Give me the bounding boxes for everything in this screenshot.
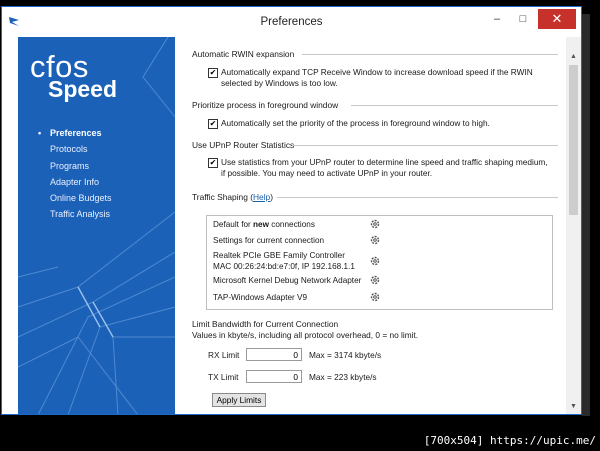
upnp-option-label: Use statistics from your UPnP router to … bbox=[221, 157, 548, 178]
row-suffix: connections bbox=[268, 220, 315, 229]
preferences-window: Preferences – □ ✕ cfos Speed • Preferenc… bbox=[1, 6, 582, 415]
row-prefix: Default for bbox=[213, 220, 254, 229]
tx-limit-label: TX Limit bbox=[208, 372, 239, 382]
minimize-button[interactable]: – bbox=[483, 9, 511, 29]
rwin-option-label: Automatically expand TCP Receive Window … bbox=[221, 67, 533, 88]
adapter-name: Realtek PCIe GBE Family Controller bbox=[213, 251, 345, 260]
maximize-button[interactable]: □ bbox=[509, 9, 537, 29]
row-bold: new bbox=[253, 220, 269, 229]
checkbox-priority[interactable]: ✔ bbox=[208, 119, 218, 129]
checkbox-upnp[interactable]: ✔ bbox=[208, 158, 218, 168]
limit-description: Values in kbyte/s, including all protoco… bbox=[192, 330, 419, 340]
image-footer: [700x504] https://upic.me/ bbox=[0, 426, 600, 451]
gear-icon[interactable] bbox=[369, 218, 381, 230]
vertical-scrollbar[interactable]: ▲ ▼ bbox=[566, 37, 581, 414]
section-heading-upnp: Use UPnP Router Statistics bbox=[192, 140, 295, 150]
sidebar-item-protocols[interactable]: Protocols bbox=[38, 141, 112, 157]
title-bar[interactable]: Preferences – □ ✕ bbox=[2, 7, 581, 37]
list-item[interactable]: Settings for current connection bbox=[213, 236, 324, 247]
section-heading-priority: Prioritize process in foreground window bbox=[192, 100, 339, 110]
section-heading-limit: Limit Bandwidth for Current Connection bbox=[192, 319, 339, 329]
sidebar-item-online-budgets[interactable]: Online Budgets bbox=[38, 190, 112, 206]
help-link[interactable]: Help bbox=[253, 192, 270, 202]
list-item[interactable]: TAP-Windows Adapter V9 bbox=[213, 293, 307, 304]
priority-option-label: Automatically set the priority of the pr… bbox=[221, 118, 490, 128]
close-button[interactable]: ✕ bbox=[538, 9, 576, 29]
section-divider bbox=[351, 105, 558, 106]
scroll-down-arrow-icon[interactable]: ▼ bbox=[566, 401, 581, 413]
sidebar-item-adapter-info[interactable]: Adapter Info bbox=[38, 174, 112, 190]
sidebar: cfos Speed Preferences Protocols Program… bbox=[18, 37, 175, 414]
tx-max-label: Max = 223 kbyte/s bbox=[309, 372, 377, 382]
sidebar-item-programs[interactable]: Programs bbox=[38, 158, 112, 174]
list-item[interactable]: Realtek PCIe GBE Family Controller MAC 0… bbox=[213, 251, 355, 272]
image-host-caption: [700x504] https://upic.me/ bbox=[423, 434, 596, 447]
gear-icon[interactable] bbox=[369, 274, 381, 286]
logo-speed-text: Speed bbox=[48, 76, 118, 102]
gear-icon[interactable] bbox=[369, 234, 381, 246]
apply-limits-button[interactable]: Apply Limits bbox=[212, 393, 266, 407]
scrollbar-thumb[interactable] bbox=[569, 65, 578, 215]
traffic-shaping-list: Default for new connections Settings for… bbox=[206, 215, 553, 310]
rx-limit-label: RX Limit bbox=[208, 350, 240, 360]
tx-limit-input[interactable]: 0 bbox=[246, 370, 302, 383]
sidebar-item-preferences[interactable]: Preferences bbox=[38, 125, 112, 142]
rx-limit-input[interactable]: 0 bbox=[246, 348, 302, 361]
scroll-up-arrow-icon[interactable]: ▲ bbox=[566, 51, 581, 63]
section-divider bbox=[277, 197, 558, 198]
section-divider bbox=[302, 54, 558, 55]
gear-icon[interactable] bbox=[369, 291, 381, 303]
rx-max-label: Max = 3174 kbyte/s bbox=[309, 350, 382, 360]
list-item[interactable]: Default for new connections bbox=[213, 220, 315, 231]
section-divider bbox=[292, 145, 558, 146]
list-item[interactable]: Microsoft Kernel Debug Network Adapter bbox=[213, 276, 361, 287]
gear-icon[interactable] bbox=[369, 255, 381, 267]
preferences-content: Automatic RWIN expansion ✔ Automatically… bbox=[175, 37, 566, 414]
section-heading-rwin: Automatic RWIN expansion bbox=[192, 49, 295, 59]
sidebar-nav: Preferences Protocols Programs Adapter I… bbox=[38, 125, 112, 223]
traffic-shaping-title-end: ) bbox=[270, 192, 274, 202]
sidebar-item-traffic-analysis[interactable]: Traffic Analysis bbox=[38, 206, 112, 222]
section-heading-traffic-shaping: Traffic Shaping (Help) bbox=[192, 192, 273, 202]
window-shadow bbox=[582, 14, 590, 416]
traffic-shaping-title: Traffic Shaping ( bbox=[192, 192, 253, 202]
checkbox-rwin[interactable]: ✔ bbox=[208, 68, 218, 78]
adapter-address: MAC 00:26:24:bd:e7:0f, IP 192.168.1.1 bbox=[213, 261, 355, 271]
cfos-speed-logo: cfos Speed bbox=[30, 51, 117, 101]
